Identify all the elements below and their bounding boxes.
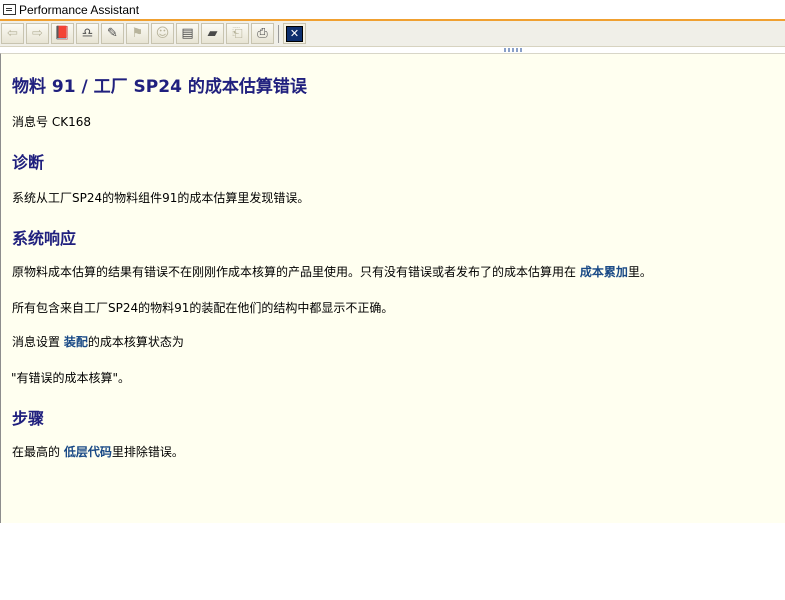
message-content: 物料 91 / 工厂 SP24 的成本估算错误 消息号 CK168 诊断 系统从…: [0, 53, 785, 523]
response-paragraph-3: 消息设置 装配的成本核算状态为: [12, 333, 184, 350]
arrow-left-icon: ⇦: [7, 26, 18, 41]
diagnosis-text: 系统从工厂SP24的物料组件91的成本估算里发现错误。: [12, 191, 310, 205]
pencil-icon: ✎: [107, 26, 118, 41]
procedure-text: 在最高的 低层代码里排除错误。: [12, 443, 184, 460]
response-paragraph-2: 所有包含来自工厂SP24的物料91的装配在他们的结构中都显示不正确。: [12, 301, 394, 315]
back-button[interactable]: ⇦: [1, 23, 24, 44]
flag-icon: ⚑: [131, 26, 144, 41]
response-paragraph-3-end: 的成本核算状态为: [87, 335, 184, 349]
title-bar: Performance Assistant: [0, 0, 785, 21]
message-number: 消息号 CK168: [12, 115, 91, 129]
print-preview-icon: ⎗: [232, 26, 243, 41]
edit-button[interactable]: ✎: [101, 23, 124, 44]
printer-icon: ⎙: [257, 26, 268, 41]
close-icon: ✕: [286, 25, 303, 42]
bookmark-button[interactable]: ▰: [201, 23, 224, 44]
technical-info-button[interactable]: 📕: [51, 23, 74, 44]
print-preview-button[interactable]: ⎗: [226, 23, 249, 44]
table-icon: ▤: [181, 26, 194, 41]
response-paragraph-3-text: 消息设置: [12, 335, 64, 349]
assembly-link[interactable]: 装配: [64, 335, 88, 349]
resize-grip[interactable]: [504, 48, 524, 52]
settings-button[interactable]: ♎: [76, 23, 99, 44]
bookmark-icon: ▰: [207, 26, 218, 41]
procedure-text-end: 里排除错误。: [111, 445, 184, 459]
scales-icon: ♎: [81, 26, 94, 41]
response-paragraph-4: "有错误的成本核算"。: [11, 371, 131, 385]
forward-button[interactable]: ⇨: [26, 23, 49, 44]
response-paragraph-1-text: 原物料成本估算的结果有错误不在刚刚作成本核算的产品里使用。只有没有错误或者发布了…: [12, 265, 580, 279]
diagnosis-heading: 诊断: [12, 153, 45, 172]
system-response-heading: 系统响应: [12, 229, 77, 248]
hint-button[interactable]: ⚑: [126, 23, 149, 44]
toolbar-separator: [278, 24, 279, 43]
response-paragraph-1: 原物料成本估算的结果有错误不在刚刚作成本核算的产品里使用。只有没有错误或者发布了…: [12, 263, 652, 280]
response-paragraph-1-end: 里。: [627, 265, 652, 279]
arrow-right-icon: ⇨: [32, 26, 43, 41]
print-button[interactable]: ⎙: [251, 23, 274, 44]
window-icon: [3, 4, 16, 15]
user-button[interactable]: ☺: [151, 23, 174, 44]
low-level-code-link[interactable]: 低层代码: [64, 445, 112, 459]
book-icon: 📕: [54, 26, 71, 41]
close-button[interactable]: ✕: [283, 23, 306, 44]
cost-rollup-link[interactable]: 成本累加: [580, 265, 628, 279]
toolbar: ⇦ ⇨ 📕 ♎ ✎ ⚑ ☺ ▤ ▰ ⎗ ⎙ ✕: [0, 21, 785, 47]
message-title: 物料 91 / 工厂 SP24 的成本估算错误: [12, 77, 307, 97]
procedure-heading: 步骤: [12, 409, 45, 428]
table-button[interactable]: ▤: [176, 23, 199, 44]
window-title: Performance Assistant: [19, 2, 140, 17]
person-icon: ☺: [155, 26, 170, 41]
procedure-text-start: 在最高的: [12, 445, 64, 459]
